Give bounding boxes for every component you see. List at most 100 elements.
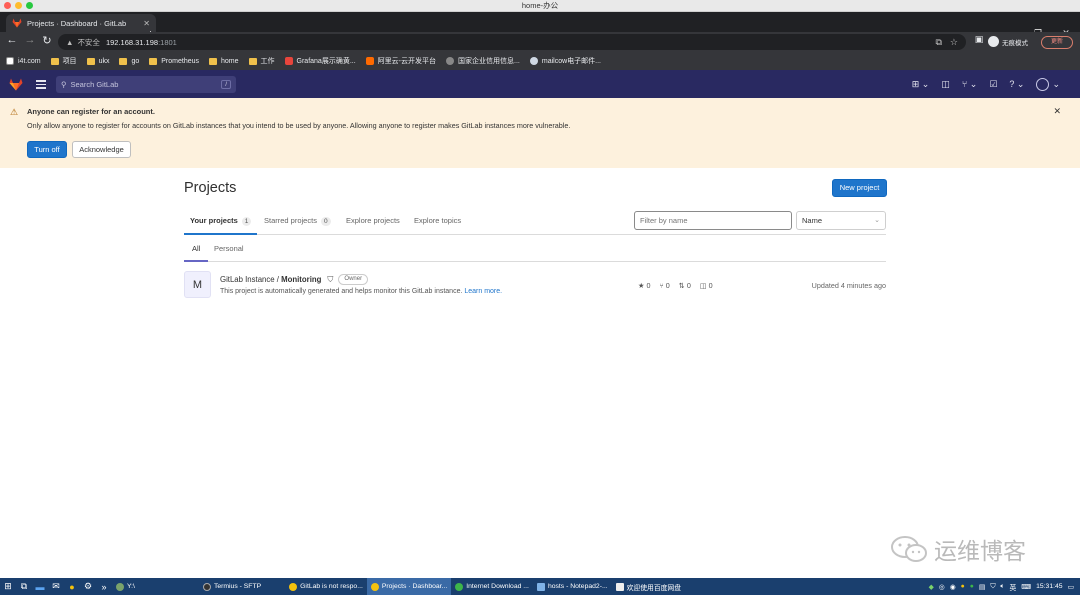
main-menu-icon[interactable] (36, 80, 46, 91)
volume-icon[interactable]: 🔈︎ (1000, 583, 1004, 591)
create-new-icon[interactable]: ⊞ ⌄ (912, 79, 930, 90)
bookmark-folder[interactable]: home (209, 57, 239, 65)
page-title: Projects (184, 180, 237, 196)
bookmark-item[interactable]: i4t.com (6, 57, 41, 65)
tray-chrome-icon[interactable]: ● (961, 583, 965, 590)
new-project-button[interactable]: New project (832, 179, 887, 197)
omnibox-actions: ⧉ ☆ (935, 34, 966, 50)
issues-icon[interactable]: ◫ (941, 79, 950, 90)
stars-stat[interactable]: ★ 0 (638, 281, 650, 290)
window-traffic-lights[interactable] (4, 2, 33, 9)
bookmark-item[interactable]: mailcow电子邮件... (529, 56, 601, 66)
filter-by-name-input[interactable] (634, 211, 792, 230)
tray-app-icon[interactable]: ◎ (939, 583, 945, 591)
baidu-icon (615, 582, 624, 591)
overflow-icon[interactable]: » (96, 582, 112, 592)
user-menu[interactable]: ⌄ (1036, 78, 1060, 91)
project-avatar[interactable]: M (184, 271, 211, 298)
subtab-personal[interactable]: Personal (214, 239, 244, 262)
project-stats: ★ 0 ⑂ 0 ⇅ 0 ◫ 0 (638, 281, 713, 290)
profile-chip[interactable]: 无痕模式 (988, 36, 1028, 47)
shield-tray-icon[interactable]: ⛉ (990, 583, 995, 591)
tab-explore-topics[interactable]: Explore topics (414, 207, 461, 235)
insecure-warning-icon[interactable]: ▲ (66, 38, 73, 47)
address-bar[interactable]: ▲ 不安全 192.168.31.198 :1801 ⧉ ☆ (58, 34, 966, 50)
update-button[interactable]: 更新 (1041, 36, 1073, 49)
chevron-down-icon: ⌄ (874, 217, 880, 224)
minimize-dot-icon[interactable] (15, 2, 22, 9)
tray-app-icon[interactable]: ◆ (929, 583, 934, 591)
bookmark-folder[interactable]: ukx (86, 57, 110, 65)
network-icon[interactable]: ▤ (979, 583, 985, 591)
watermark-text: 运维博客 (934, 538, 1026, 564)
reload-icon[interactable]: ↻ (40, 34, 54, 47)
chrome-icon[interactable]: ● (64, 582, 80, 592)
keyboard-icon[interactable]: ⌨ (1021, 583, 1031, 591)
taskbar-item[interactable]: GitLab is not respo... (285, 578, 367, 595)
forward-icon[interactable]: → (23, 34, 37, 46)
issues-stat[interactable]: ◫ 0 (700, 281, 713, 290)
task-view-icon[interactable]: ⧉ (16, 581, 32, 592)
tab-your-projects[interactable]: Your projects 1 (184, 207, 258, 235)
bookmark-item[interactable]: 阿里云-云开发平台 (365, 56, 436, 66)
gitlab-logo-icon[interactable] (9, 78, 23, 91)
tray-app-icon[interactable]: ● (970, 583, 974, 590)
taskbar-item[interactable]: hosts - Notepad2-... (533, 578, 612, 595)
explorer-icon[interactable]: ▬ (32, 582, 48, 592)
forks-stat[interactable]: ⑂ 0 (659, 281, 669, 290)
bookmark-label: Grafana展示确黄... (296, 58, 356, 65)
project-list-item[interactable]: M GitLab Instance / Monitoring ⛉ Owner T… (184, 271, 886, 301)
bookmark-star-icon[interactable]: ☆ (950, 37, 958, 48)
aliyun-icon (365, 57, 374, 65)
bookmark-label: ukx (98, 57, 110, 65)
help-icon[interactable]: ? ⌄ (1009, 79, 1024, 90)
bookmark-item[interactable]: 国家企业信用信息... (446, 56, 520, 66)
mail-icon[interactable]: ✉ (48, 581, 64, 592)
tab-label: Explore projects (346, 216, 400, 225)
todos-icon[interactable]: ☑ (989, 79, 997, 90)
learn-more-link[interactable]: Learn more. (464, 288, 502, 295)
bookmark-folder[interactable]: Prometheus (149, 57, 200, 65)
folder-icon (50, 57, 59, 65)
turn-off-button[interactable]: Turn off (27, 141, 67, 158)
project-title[interactable]: GitLab Instance / Monitoring ⛉ Owner (220, 274, 369, 285)
acknowledge-button[interactable]: Acknowledge (72, 141, 131, 158)
tab-label: Your projects (190, 216, 238, 225)
tab-starred-projects[interactable]: Starred projects 0 (264, 207, 331, 235)
notifications-icon[interactable]: ▭ (1068, 583, 1074, 591)
bookmark-folder[interactable]: go (119, 57, 139, 65)
sort-dropdown[interactable]: Name ⌄ (796, 211, 886, 230)
bookmark-item[interactable]: Grafana展示确黄... (284, 56, 356, 66)
side-panel-icon[interactable]: ▣ (972, 34, 986, 45)
chrome-icon (370, 582, 379, 591)
browser-tab-active[interactable]: Projects · Dashboard · GitLab ✕ (6, 14, 156, 32)
taskbar-item-active[interactable]: Projects · Dashboar... (366, 578, 452, 595)
ime-indicator[interactable]: 英 (1010, 582, 1017, 592)
bookmark-folder[interactable]: 项目 (50, 56, 77, 66)
bookmark-label: Prometheus (161, 57, 200, 65)
settings-icon[interactable]: ⚙ (80, 581, 96, 592)
incognito-icon (988, 36, 999, 47)
clock[interactable]: 15:31:45 (1036, 583, 1062, 590)
taskbar-item[interactable]: 欢迎使用百度网盘 (612, 578, 685, 595)
merge-requests-stat[interactable]: ⇅ 0 (679, 281, 691, 290)
merge-requests-icon[interactable]: ⑂ ⌄ (962, 79, 977, 90)
system-tray: ◆ ◎ ◉ ● ● ▤ ⛉ 🔈︎ 英 ⌨ 15:31:45 ▭ (929, 578, 1074, 595)
translate-icon[interactable]: ⧉ (935, 37, 941, 48)
close-icon[interactable]: ✕ (1053, 106, 1061, 117)
taskbar-item[interactable]: Y:\ (112, 578, 139, 595)
close-dot-icon[interactable] (4, 2, 11, 9)
back-icon[interactable]: ← (5, 34, 19, 46)
tab-explore-projects[interactable]: Explore projects (346, 207, 400, 235)
taskbar-item[interactable]: Internet Download ... (451, 578, 533, 595)
gitlab-search-input[interactable]: ⚲ Search GitLab / (56, 76, 236, 93)
project-updated-time: Updated 4 minutes ago (811, 281, 886, 290)
taskbar-item[interactable]: Termius - SFTP (199, 578, 265, 595)
taskbar-item-label: Projects · Dashboar... (381, 583, 448, 590)
subtab-all[interactable]: All (184, 239, 209, 262)
windows-start-icon[interactable]: ⊞ (0, 581, 16, 592)
bookmark-folder[interactable]: 工作 (248, 56, 275, 66)
os-window-titlebar: home-办公 (0, 0, 1080, 12)
zoom-dot-icon[interactable] (26, 2, 33, 9)
tray-app-icon[interactable]: ◉ (950, 583, 956, 591)
